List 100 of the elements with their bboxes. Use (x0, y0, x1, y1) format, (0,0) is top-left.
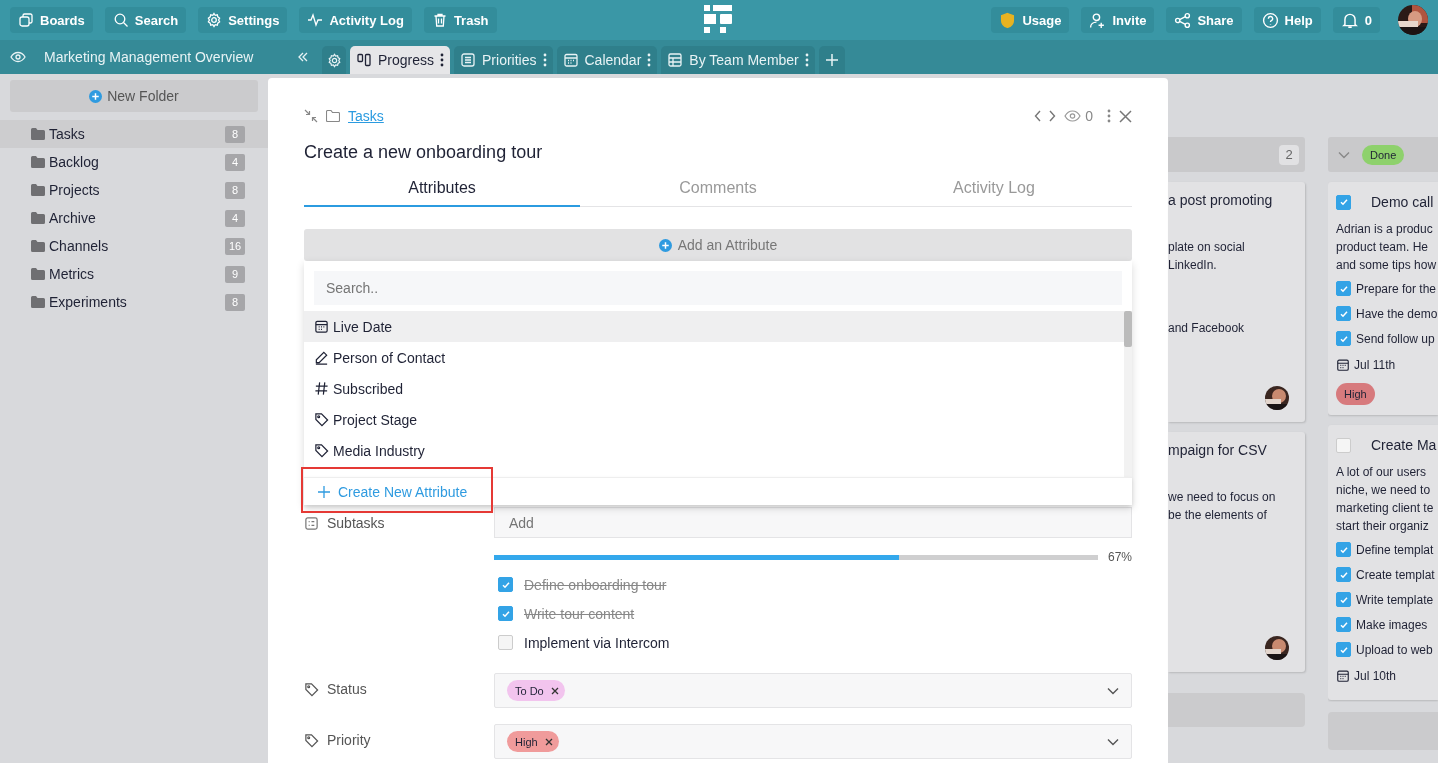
field-label: Subtasks (327, 515, 385, 531)
folder-icon (31, 156, 45, 168)
tab[interactable]: Attributes (304, 175, 580, 207)
collapse-icon[interactable] (296, 50, 310, 64)
menu-item[interactable]: Media Industry (304, 435, 1124, 466)
toolbar-button[interactable]: Share (1166, 7, 1242, 33)
checkbox[interactable] (1336, 194, 1351, 210)
folder-item[interactable]: Backlog 4 (0, 148, 268, 176)
task-card[interactable]: Create Ma A lot of our users niche, we need to marketing client te start their organiz Define templat Create templat Write template Make images Upload to web Jul 10th (1328, 425, 1438, 700)
folder-name: Tasks (49, 126, 86, 142)
folder-item[interactable]: Metrics 9 (0, 260, 268, 288)
checkbox[interactable] (498, 606, 513, 621)
columns-icon (356, 52, 372, 68)
task-card[interactable]: Demo call Adrian is a produc product team. He and some tips how Prepare for the Have the demo Send follow up Jul 11th High (1328, 182, 1438, 415)
card-title: Demo call (1371, 194, 1434, 210)
toolbar-button[interactable]: Help (1253, 7, 1321, 33)
folder-outline-icon (326, 110, 340, 122)
new-folder-button[interactable]: New Folder (10, 80, 258, 112)
checkbox[interactable] (1336, 306, 1351, 321)
checkbox[interactable] (1336, 437, 1351, 453)
eye-icon[interactable] (1064, 109, 1082, 123)
close-icon[interactable] (1119, 109, 1132, 123)
stacked-squares-icon (18, 12, 34, 28)
add-view-button[interactable] (818, 46, 845, 74)
checkbox[interactable] (498, 635, 513, 650)
menu-item[interactable]: Live Date (304, 311, 1124, 342)
folder-icon (31, 184, 45, 196)
select-field[interactable]: To Do (494, 673, 1132, 708)
more-icon[interactable] (1107, 108, 1111, 124)
code-icon[interactable] (1034, 109, 1057, 123)
checkmark-icon (1338, 197, 1349, 207)
checkbox[interactable] (498, 577, 513, 592)
toolbar-button[interactable]: Activity Log (299, 7, 412, 33)
folder-icon (31, 212, 45, 224)
checklist-item: Define templat (1356, 542, 1434, 557)
subtask-text: Define onboarding tour (524, 576, 667, 593)
remove-icon[interactable] (550, 686, 559, 695)
chevron-down-icon (1107, 686, 1119, 695)
menu-item[interactable]: Person of Contact (304, 342, 1124, 373)
logo-icon[interactable] (704, 5, 732, 33)
checkbox[interactable] (1336, 281, 1351, 296)
toolbar-button[interactable]: Boards (10, 7, 93, 33)
subtask-input[interactable]: Add (494, 507, 1132, 538)
count-badge: 4 (225, 209, 245, 227)
subtask-text: Write tour content (524, 605, 635, 622)
task-title: Create a new onboarding tour (304, 142, 544, 163)
folder-name: Metrics (49, 266, 96, 282)
count-badge: 16 (225, 237, 245, 255)
checkmark-icon (1338, 308, 1349, 319)
checkbox[interactable] (1336, 642, 1351, 657)
folder-item[interactable]: Projects 8 (0, 176, 268, 204)
tag-icon (304, 732, 319, 748)
scrollbar-thumb[interactable] (1124, 311, 1132, 347)
remove-icon[interactable] (544, 737, 553, 746)
checkbox[interactable] (1336, 592, 1351, 607)
plus-circle-icon (89, 89, 103, 103)
checkbox[interactable] (1336, 331, 1351, 346)
field-label: Status (327, 681, 367, 697)
tag-icon (314, 443, 329, 458)
toolbar-button[interactable]: Trash (423, 7, 497, 33)
hash-icon (314, 381, 329, 396)
toolbar-button[interactable]: Search (104, 7, 187, 33)
minimize-icon[interactable] (304, 109, 318, 123)
folder-item[interactable]: Tasks 8 (0, 120, 268, 148)
folder-icon (31, 240, 45, 252)
checkbox[interactable] (1336, 567, 1351, 582)
toolbar-button[interactable]: Usage (991, 7, 1070, 33)
folder-item[interactable]: Experiments 8 (0, 288, 268, 316)
menu-item[interactable]: Project Stage (304, 404, 1124, 435)
subtask-text: Implement via Intercom (524, 634, 670, 651)
folder-item[interactable]: Archive 4 (0, 204, 268, 232)
view-tab[interactable]: Progress (350, 46, 451, 74)
task-card[interactable]: mpaign for CSV we need to focus on be the elements of (1168, 432, 1305, 672)
table-icon (667, 52, 684, 68)
eye-icon[interactable] (10, 49, 26, 65)
view-settings-button[interactable] (322, 46, 346, 74)
count-badge: 9 (225, 265, 245, 283)
toolbar-button[interactable]: Settings (198, 7, 288, 33)
view-tab[interactable]: Priorities (454, 46, 553, 74)
chevron-down-icon[interactable] (1338, 150, 1350, 159)
tag-icon (304, 681, 319, 697)
card-description: Adrian is a produc product team. He and some tips how (1336, 221, 1438, 274)
checkmark-icon (1338, 619, 1349, 630)
toolbar-button[interactable]: Invite (1081, 7, 1155, 33)
plus-icon (318, 485, 330, 498)
notifications-button[interactable]: 0 (1332, 7, 1380, 33)
help-icon (1261, 11, 1279, 29)
view-tab[interactable]: By Team Member (661, 46, 815, 74)
folder-item[interactable]: Channels 16 (0, 232, 268, 260)
pulse-icon (307, 12, 324, 28)
checklist-item: Upload to web (1356, 642, 1433, 657)
checkbox[interactable] (1336, 542, 1351, 557)
select-field[interactable]: High (494, 724, 1132, 759)
checkbox[interactable] (1336, 617, 1351, 632)
checkmark-icon (1338, 594, 1349, 605)
checklist-icon (304, 515, 319, 531)
task-card[interactable]: a post promoting plate on social LinkedIn. and Facebook (1168, 182, 1305, 422)
menu-item[interactable]: Subscribed (304, 373, 1124, 404)
search-field[interactable]: Search.. (314, 271, 1122, 305)
view-tab[interactable]: Calendar (556, 46, 658, 74)
